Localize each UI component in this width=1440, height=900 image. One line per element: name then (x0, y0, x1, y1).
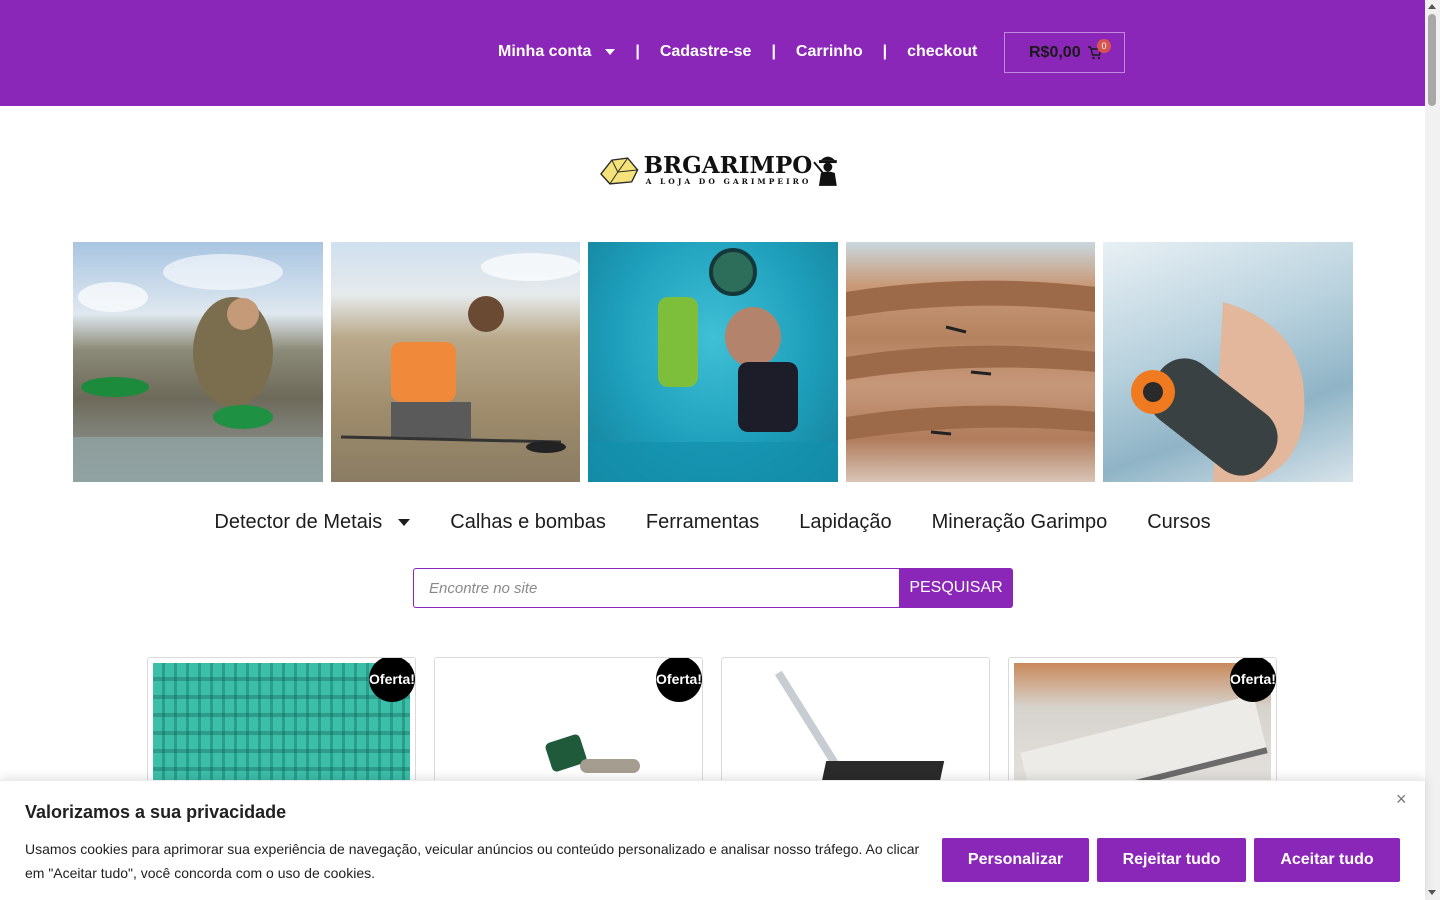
scrollbar-thumb[interactable] (1428, 14, 1436, 106)
page-scrollbar[interactable] (1425, 0, 1440, 900)
my-account-label: Minha conta (498, 43, 592, 60)
site-logo[interactable]: BRGARIMPO A LOJA DO GARIMPEIRO (598, 150, 844, 190)
banner-image-underwater-diving[interactable] (588, 242, 838, 482)
cookie-text: Usamos cookies para aprimorar sua experi… (25, 841, 920, 881)
pinpointer-photo (1131, 302, 1305, 482)
category-sluices-pumps[interactable]: Calhas e bombas (450, 511, 606, 534)
category-metal-detectors[interactable]: Detector de Metais (214, 511, 411, 534)
cart-count-badge: 0 (1097, 39, 1111, 53)
scroll-down-arrow-icon[interactable] (1428, 890, 1436, 895)
accept-all-button[interactable]: Aceitar tudo (1254, 838, 1400, 882)
customize-button[interactable]: Personalizar (942, 838, 1089, 882)
scroll-up-arrow-icon[interactable] (1428, 4, 1436, 9)
reject-all-button[interactable]: Rejeitar tudo (1097, 838, 1246, 882)
nav-separator: | (882, 43, 888, 60)
close-icon[interactable]: × (1396, 790, 1412, 808)
category-mining[interactable]: Mineração Garimpo (932, 511, 1108, 534)
banner-image-metal-detecting[interactable] (330, 242, 581, 482)
sale-badge: Oferta! (656, 658, 702, 702)
gold-panning-photo (73, 254, 323, 482)
logo-tagline: A LOJA DO GARIMPEIRO (645, 177, 812, 187)
site-search: PESQUISAR (413, 568, 1013, 608)
checkout-link[interactable]: checkout (907, 43, 977, 61)
category-courses[interactable]: Cursos (1147, 511, 1210, 534)
cart-link[interactable]: Carrinho (796, 43, 863, 61)
nav-separator: | (635, 43, 640, 60)
cookie-consent-banner: Valorizamos a sua privacidade Usamos coo… (0, 780, 1425, 900)
nav-separator: | (771, 43, 776, 60)
metal-detecting-photo (340, 253, 581, 453)
mini-cart-button[interactable]: R$0,00 0 (1004, 32, 1125, 73)
banner-image-sluice-box[interactable] (845, 242, 1096, 482)
logo-text: BRGARIMPO A LOJA DO GARIMPEIRO (644, 154, 813, 186)
chevron-down-icon (605, 49, 616, 55)
banner-image-gold-panning[interactable] (73, 242, 323, 482)
category-tools[interactable]: Ferramentas (646, 511, 759, 534)
hero-banner (73, 242, 1353, 482)
sale-badge: Oferta! (1230, 658, 1276, 702)
logo-name: BRGARIMPO (643, 152, 813, 180)
cookie-title: Valorizamos a sua privacidade (25, 802, 287, 822)
category-lapidary[interactable]: Lapidação (799, 511, 891, 534)
underwater-diver-photo (588, 248, 838, 482)
device-body-shape (580, 759, 640, 773)
my-account-menu[interactable]: Minha conta (498, 43, 616, 61)
miner-icon (813, 156, 838, 186)
category-nav: Detector de Metais Calhas e bombas Ferra… (0, 511, 1425, 534)
search-button[interactable]: PESQUISAR (899, 568, 1013, 608)
register-link[interactable]: Cadastre-se (660, 43, 752, 61)
chevron-down-icon (398, 519, 411, 526)
top-nav: Minha conta | Cadastre-se | Carrinho | c… (498, 41, 977, 63)
sale-badge: Oferta! (369, 658, 415, 702)
top-bar: Minha conta | Cadastre-se | Carrinho | c… (0, 0, 1425, 106)
cart-total: R$0,00 (1029, 43, 1081, 61)
banner-image-pinpointer[interactable] (1103, 242, 1353, 482)
wooden-sluice-photo (845, 280, 1096, 440)
gold-nugget-icon (600, 157, 639, 185)
search-input[interactable] (413, 568, 899, 608)
category-label: Detector de Metais (214, 511, 383, 533)
